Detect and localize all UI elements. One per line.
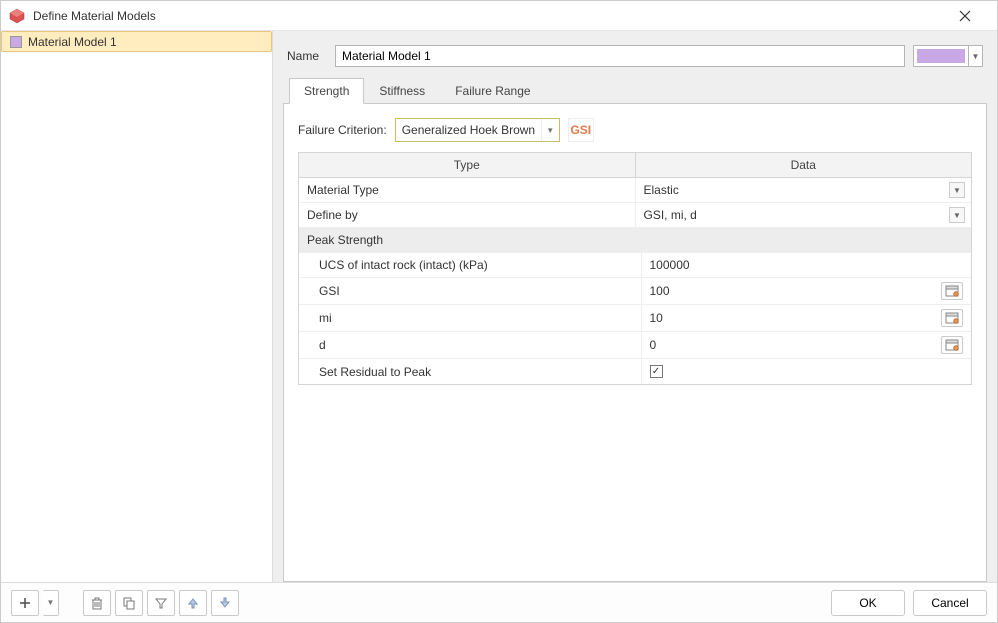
estimator-button[interactable] [941,309,963,327]
chevron-down-icon[interactable]: ▼ [949,182,965,198]
grid-cell-type: Set Residual to Peak [299,359,642,384]
grid-header: Type Data [299,153,971,178]
grid-cell-data[interactable]: 100 [642,278,972,304]
copy-button[interactable] [115,590,143,616]
gsi-tool-button[interactable]: GSI [568,118,594,142]
close-icon[interactable] [959,10,989,22]
main-panel: Name ▼ Strength Stiffness Failure Range [273,31,997,582]
name-label: Name [287,49,327,63]
grid-cell-type: Material Type [299,178,636,202]
tab-panel-strength: Failure Criterion: Generalized Hoek Brow… [283,103,987,582]
move-up-button[interactable] [179,590,207,616]
failure-criterion-label: Failure Criterion: [298,123,387,137]
chevron-down-icon: ▼ [541,119,559,141]
filter-button[interactable] [147,590,175,616]
ok-button[interactable]: OK [831,590,905,616]
table-row: Define byGSI, mi, d▼ [299,203,971,228]
grid-cell-data[interactable]: 0 [642,332,972,358]
chevron-down-icon[interactable]: ▼ [949,207,965,223]
properties-grid: Type Data Material TypeElastic▼Define by… [298,152,972,385]
table-row: d0 [299,332,971,359]
delete-button[interactable] [83,590,111,616]
failure-criterion-row: Failure Criterion: Generalized Hoek Brow… [298,118,972,142]
material-color-picker[interactable]: ▼ [913,45,983,67]
tab-strip: Strength Stiffness Failure Range [283,77,987,103]
failure-criterion-select[interactable]: Generalized Hoek Brown ▼ [395,118,560,142]
sidebar-item-label: Material Model 1 [28,35,117,49]
grid-cell-data[interactable]: 10 [642,305,972,331]
estimator-button[interactable] [941,282,963,300]
window-title: Define Material Models [33,9,959,23]
grid-header-data: Data [636,153,972,177]
grid-cell-data [636,228,972,252]
material-color-swatch[interactable] [913,45,969,67]
table-row: UCS of intact rock (intact) (kPa)100000 [299,253,971,278]
name-row: Name ▼ [287,45,983,67]
grid-cell-type: GSI [299,278,642,304]
grid-cell-data[interactable]: Elastic▼ [636,178,972,202]
material-color-icon [917,49,965,63]
grid-cell-data[interactable]: ✓ [642,359,972,384]
grid-cell-type: Peak Strength [299,228,636,252]
material-name-input[interactable] [335,45,905,67]
grid-cell-type: d [299,332,642,358]
material-color-dropdown[interactable]: ▼ [969,45,983,67]
grid-cell-data[interactable]: 100000 [642,253,972,277]
sidebar: Material Model 1 [1,31,273,582]
gsi-badge-label: GSI [570,123,591,137]
material-swatch-icon [10,36,22,48]
tab-stiffness[interactable]: Stiffness [364,78,440,103]
move-down-button[interactable] [211,590,239,616]
tab-strength[interactable]: Strength [289,78,364,104]
add-button[interactable] [11,590,39,616]
grid-cell-data[interactable]: GSI, mi, d▼ [636,203,972,227]
cancel-button[interactable]: Cancel [913,590,987,616]
footer-bar: ▼ OK Cancel [1,582,997,622]
set-residual-checkbox[interactable]: ✓ [650,365,663,378]
grid-cell-type: Define by [299,203,636,227]
table-row: Material TypeElastic▼ [299,178,971,203]
title-bar: Define Material Models [1,1,997,31]
estimator-button[interactable] [941,336,963,354]
grid-cell-type: mi [299,305,642,331]
add-dropdown[interactable]: ▼ [43,590,59,616]
sidebar-item-material-model[interactable]: Material Model 1 [1,31,272,52]
table-row: Set Residual to Peak ✓ [299,359,971,384]
table-row: GSI100 [299,278,971,305]
table-row: Peak Strength [299,228,971,253]
tab-failure-range[interactable]: Failure Range [440,78,545,103]
failure-criterion-value: Generalized Hoek Brown [402,123,535,137]
grid-cell-type: UCS of intact rock (intact) (kPa) [299,253,642,277]
model-list[interactable]: Material Model 1 [1,31,272,582]
grid-header-type: Type [299,153,636,177]
app-icon [9,8,25,24]
table-row: mi10 [299,305,971,332]
